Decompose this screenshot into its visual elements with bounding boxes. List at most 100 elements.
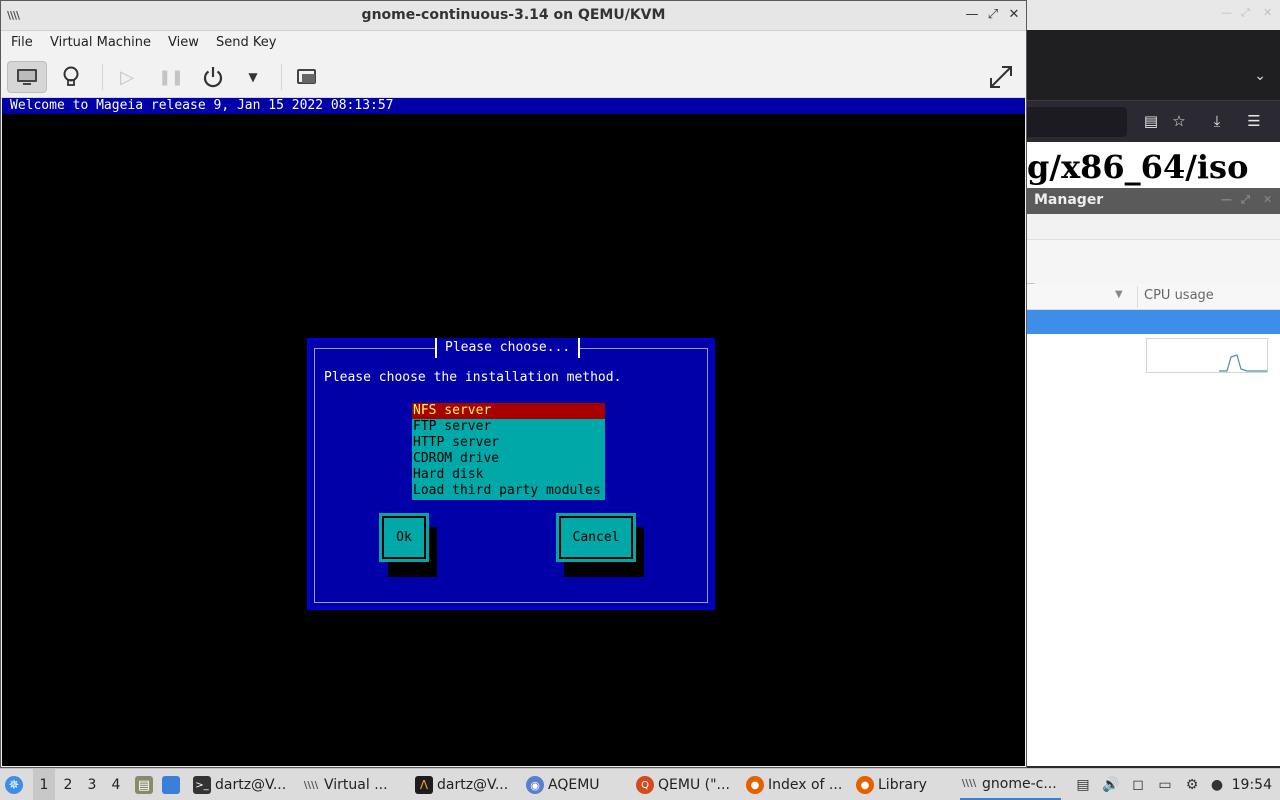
task-aqemu[interactable]: ◉ AQEMU (526, 769, 600, 800)
taskbar: ✵ 1 2 3 4 ▤ >_ dartz@V... \\\\ Virtual .… (0, 768, 1280, 800)
dialog-prompt: Please choose the installation method. (324, 370, 622, 385)
workspace-4[interactable]: 4 (105, 769, 127, 800)
update-icon[interactable]: ⚙ (1182, 775, 1202, 795)
workspace-2[interactable]: 2 (57, 769, 79, 800)
selected-row[interactable] (1027, 310, 1280, 334)
task-label: AQEMU (548, 777, 600, 793)
close-icon[interactable]: ✕ (1263, 193, 1272, 206)
show-desktop-launcher[interactable] (162, 769, 184, 800)
task-terminal-1[interactable]: >_ dartz@V... (193, 769, 286, 800)
vm-console[interactable]: Welcome to Mageia release 9, Jan 15 2022… (2, 98, 1025, 766)
background-window-titlebar: — ⤢ ✕ (1027, 0, 1280, 30)
desktop-icon (162, 776, 180, 794)
task-gnome-continuous[interactable]: \\\\ gnome-c... (960, 769, 1061, 800)
toolbar: ▷ ❚❚ ▼ (1, 56, 1026, 98)
list-item-hard-disk[interactable]: Hard disk (412, 467, 605, 483)
cancel-button-label: Cancel (559, 516, 633, 559)
task-terminal-2[interactable]: Λ dartz@V... (415, 769, 508, 800)
clock[interactable]: 19:54 (1232, 769, 1272, 800)
console-banner: Welcome to Mageia release 9, Jan 15 2022… (2, 98, 1025, 114)
window-titlebar[interactable]: \\\\ gnome-continuous-3.14 on QEMU/KVM —… (1, 1, 1026, 31)
details-button[interactable] (51, 61, 91, 93)
vm-window: \\\\ gnome-continuous-3.14 on QEMU/KVM —… (0, 0, 1027, 768)
reader-view-icon[interactable]: ▤ (1141, 111, 1161, 131)
firefox-icon: ● (856, 776, 874, 794)
power-icon (203, 67, 223, 88)
notes-icon[interactable]: ◻ (1128, 775, 1148, 795)
terminal-icon: Λ (415, 776, 433, 794)
pause-icon: ❚❚ (158, 68, 184, 86)
pause-button[interactable]: ❚❚ (151, 61, 191, 93)
clipboard-icon[interactable]: ▤ (1073, 775, 1093, 795)
menu-virtual-machine[interactable]: Virtual Machine (50, 35, 151, 50)
workspace-1[interactable]: 1 (33, 769, 55, 800)
task-qemu[interactable]: Q QEMU ("... (636, 769, 730, 800)
list-item-cdrom-drive[interactable]: CDROM drive (412, 451, 605, 467)
lightbulb-icon (63, 66, 79, 86)
play-icon: ▷ (120, 66, 134, 88)
cpu-graph (1146, 338, 1268, 373)
shutdown-menu-button[interactable]: ▼ (233, 61, 273, 93)
folder-icon: ▤ (135, 776, 153, 794)
console-button[interactable] (7, 61, 47, 93)
cpu-sparkline (1219, 354, 1267, 372)
minimize-icon[interactable]: — (1221, 6, 1232, 19)
app-menu-button[interactable]: ✵ (5, 769, 27, 800)
installation-method-list[interactable]: NFS server FTP server HTTP server CDROM … (412, 403, 605, 500)
system-monitor-body: ▼ ▼ CPU usage (1027, 214, 1280, 766)
task-firefox-index[interactable]: ● Index of ... (746, 769, 842, 800)
minimize-icon[interactable]: — (963, 6, 981, 24)
list-item-nfs-server[interactable]: NFS server (412, 403, 605, 419)
close-icon[interactable]: ✕ (1005, 6, 1023, 24)
close-icon[interactable]: ✕ (1263, 6, 1272, 19)
window-title: Manager (1034, 192, 1104, 208)
ok-button-label: Ok (382, 516, 426, 559)
workspace-3[interactable]: 3 (81, 769, 103, 800)
menu-file[interactable]: File (11, 35, 33, 50)
filter-strip: ▼ (1027, 240, 1280, 293)
task-label: QEMU ("... (658, 777, 730, 793)
download-icon[interactable]: ⤓ (1207, 111, 1227, 131)
maximize-icon[interactable]: ⤢ (984, 6, 1002, 24)
task-virtual-machine-manager[interactable]: \\\\ Virtual ... (302, 769, 388, 800)
cancel-button[interactable]: Cancel (556, 513, 636, 562)
start-menu-icon: ✵ (5, 776, 23, 794)
bluetooth-icon[interactable]: ● (1207, 775, 1227, 795)
list-item-http-server[interactable]: HTTP server (412, 435, 605, 451)
terminal-icon: >_ (193, 776, 211, 794)
snapshots-button[interactable] (287, 61, 327, 93)
file-manager-launcher[interactable]: ▤ (135, 769, 157, 800)
maximize-icon[interactable]: ⤢ (1241, 6, 1250, 20)
minimize-icon[interactable]: — (1221, 193, 1232, 206)
volume-icon[interactable]: 🔊 (1101, 775, 1121, 795)
fullscreen-icon (990, 66, 1012, 88)
maximize-icon[interactable]: ⤢ (1241, 193, 1250, 207)
menu-icon[interactable]: ☰ (1244, 111, 1264, 131)
network-icon[interactable]: ▭ (1155, 775, 1175, 795)
bookmark-star-icon[interactable]: ☆ (1169, 111, 1189, 131)
dropdown-arrow-icon: ▼ (248, 70, 258, 84)
list-item-load-third-party-modules[interactable]: Load third party modules (412, 483, 605, 499)
chevron-down-icon[interactable]: ⌄ (1254, 68, 1266, 84)
fullscreen-button[interactable] (981, 61, 1021, 93)
url-bar[interactable] (1027, 107, 1127, 137)
task-label: Virtual ... (324, 777, 388, 793)
column-separator (1137, 286, 1138, 308)
toolbar-strip (1027, 214, 1280, 240)
sort-arrow-icon[interactable]: ▼ (1115, 289, 1123, 300)
menu-view[interactable]: View (168, 35, 199, 50)
shutdown-button[interactable] (193, 61, 233, 93)
browser-tab-bar: ⌄ (1027, 30, 1280, 100)
menu-send-key[interactable]: Send Key (216, 35, 276, 50)
system-monitor-titlebar: Manager — ⤢ ✕ (1027, 188, 1280, 214)
toolbar-separator (281, 64, 282, 90)
task-label: dartz@V... (215, 777, 287, 793)
task-firefox-library[interactable]: ● Library (856, 769, 927, 800)
browser-toolbar: ▤ ☆ ⤓ ☰ (1027, 100, 1280, 142)
column-header-cpu-usage[interactable]: CPU usage (1144, 288, 1214, 303)
run-button[interactable]: ▷ (107, 61, 147, 93)
window-title: gnome-continuous-3.14 on QEMU/KVM (361, 7, 666, 23)
ok-button[interactable]: Ok (379, 513, 429, 562)
task-label: Library (878, 777, 927, 793)
list-item-ftp-server[interactable]: FTP server (412, 419, 605, 435)
